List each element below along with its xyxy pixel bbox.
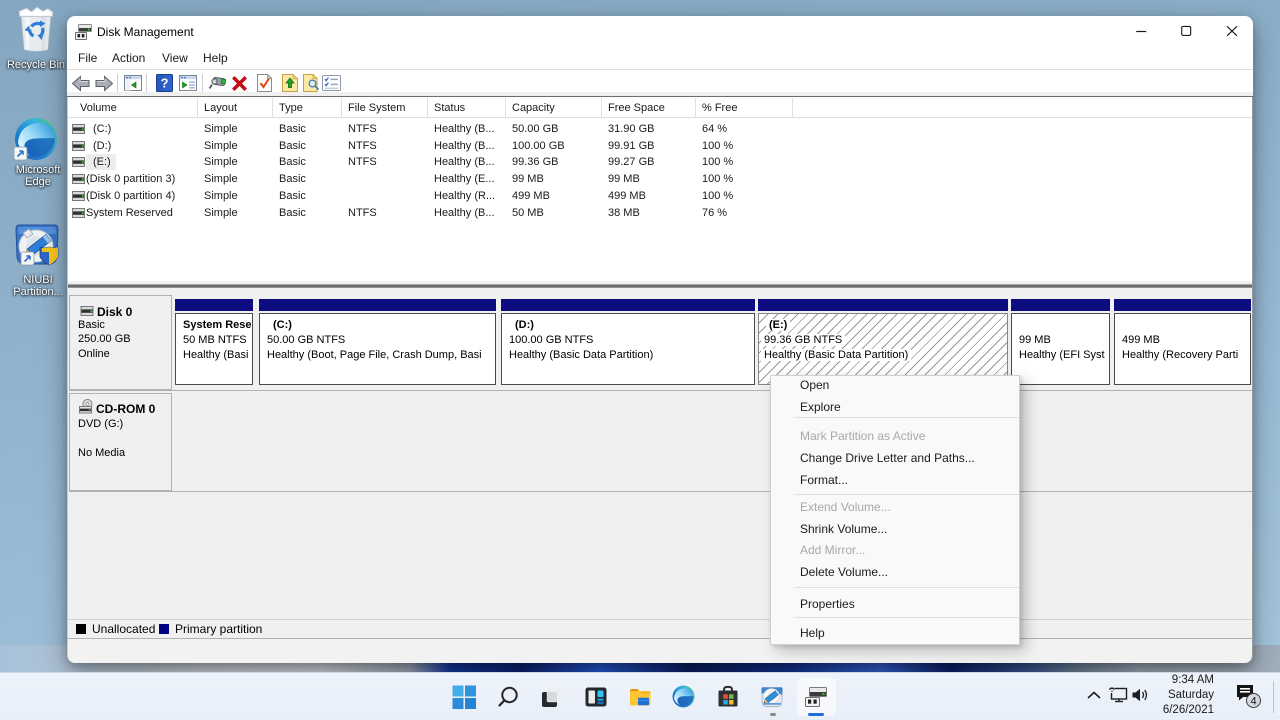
svg-text:?: ? bbox=[161, 76, 169, 91]
svg-text:4: 4 bbox=[1250, 696, 1256, 708]
